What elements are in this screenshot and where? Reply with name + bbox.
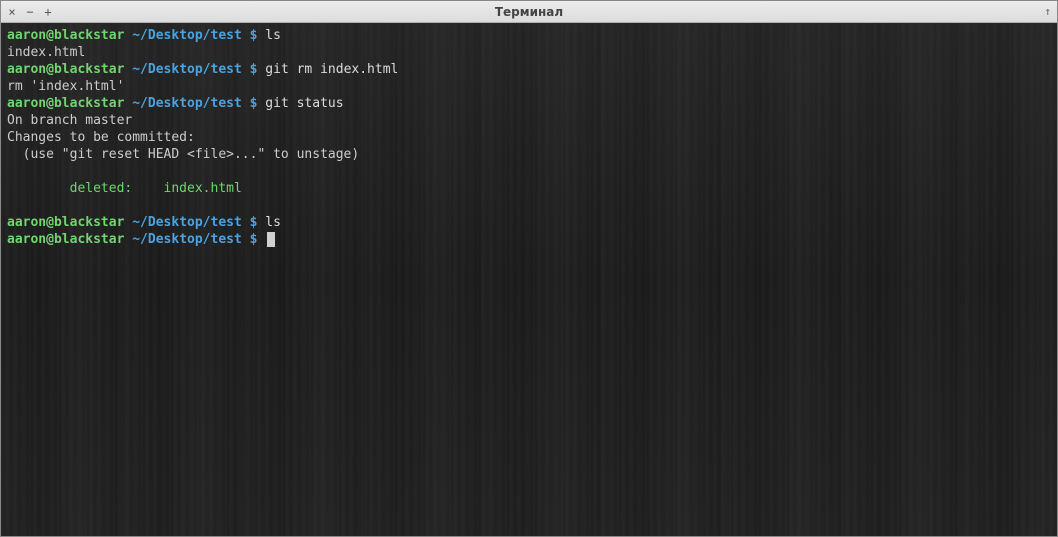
- prompt-path: ~/Desktop/test: [132, 28, 242, 43]
- command-text: git status: [265, 96, 343, 111]
- terminal-line: aaron@blackstar ~/Desktop/test $: [7, 231, 1051, 248]
- window-menu-button[interactable]: ↑: [1044, 5, 1051, 18]
- prompt-user: aaron@blackstar: [7, 62, 124, 77]
- window-titlebar[interactable]: × − + Терминал ↑: [1, 1, 1057, 23]
- command-text: ls: [265, 28, 281, 43]
- prompt-user: aaron@blackstar: [7, 232, 124, 247]
- terminal-viewport[interactable]: aaron@blackstar ~/Desktop/test $ lsindex…: [1, 23, 1057, 536]
- minimize-button[interactable]: −: [25, 7, 35, 17]
- prompt-path: ~/Desktop/test: [132, 62, 242, 77]
- terminal-line: aaron@blackstar ~/Desktop/test $ ls: [7, 214, 1051, 231]
- output-line: (use "git reset HEAD <file>..." to unsta…: [7, 146, 1051, 163]
- output-line: index.html: [7, 44, 1051, 61]
- prompt-user: aaron@blackstar: [7, 96, 124, 111]
- prompt-symbol: $: [250, 215, 258, 230]
- blank-line: [7, 163, 1051, 180]
- terminal-line: aaron@blackstar ~/Desktop/test $ git sta…: [7, 95, 1051, 112]
- output-line: rm 'index.html': [7, 78, 1051, 95]
- prompt-path: ~/Desktop/test: [132, 232, 242, 247]
- prompt-symbol: $: [250, 28, 258, 43]
- close-button[interactable]: ×: [7, 7, 17, 17]
- prompt-symbol: $: [250, 232, 258, 247]
- prompt-path: ~/Desktop/test: [132, 96, 242, 111]
- titlebar-buttons: × − +: [7, 7, 53, 17]
- blank-line: [7, 197, 1051, 214]
- output-line: Changes to be committed:: [7, 129, 1051, 146]
- command-text: ls: [265, 215, 281, 230]
- output-line: On branch master: [7, 112, 1051, 129]
- command-text: git rm index.html: [265, 62, 398, 77]
- prompt-path: ~/Desktop/test: [132, 215, 242, 230]
- prompt-symbol: $: [250, 62, 258, 77]
- git-status-line: deleted: index.html: [7, 180, 1051, 197]
- terminal-line: aaron@blackstar ~/Desktop/test $ ls: [7, 27, 1051, 44]
- terminal-window: × − + Терминал ↑ aaron@blackstar ~/Deskt…: [0, 0, 1058, 537]
- prompt-symbol: $: [250, 96, 258, 111]
- maximize-button[interactable]: +: [43, 7, 53, 17]
- cursor: [267, 232, 275, 247]
- prompt-user: aaron@blackstar: [7, 215, 124, 230]
- window-title: Терминал: [1, 5, 1057, 19]
- terminal-line: aaron@blackstar ~/Desktop/test $ git rm …: [7, 61, 1051, 78]
- prompt-user: aaron@blackstar: [7, 28, 124, 43]
